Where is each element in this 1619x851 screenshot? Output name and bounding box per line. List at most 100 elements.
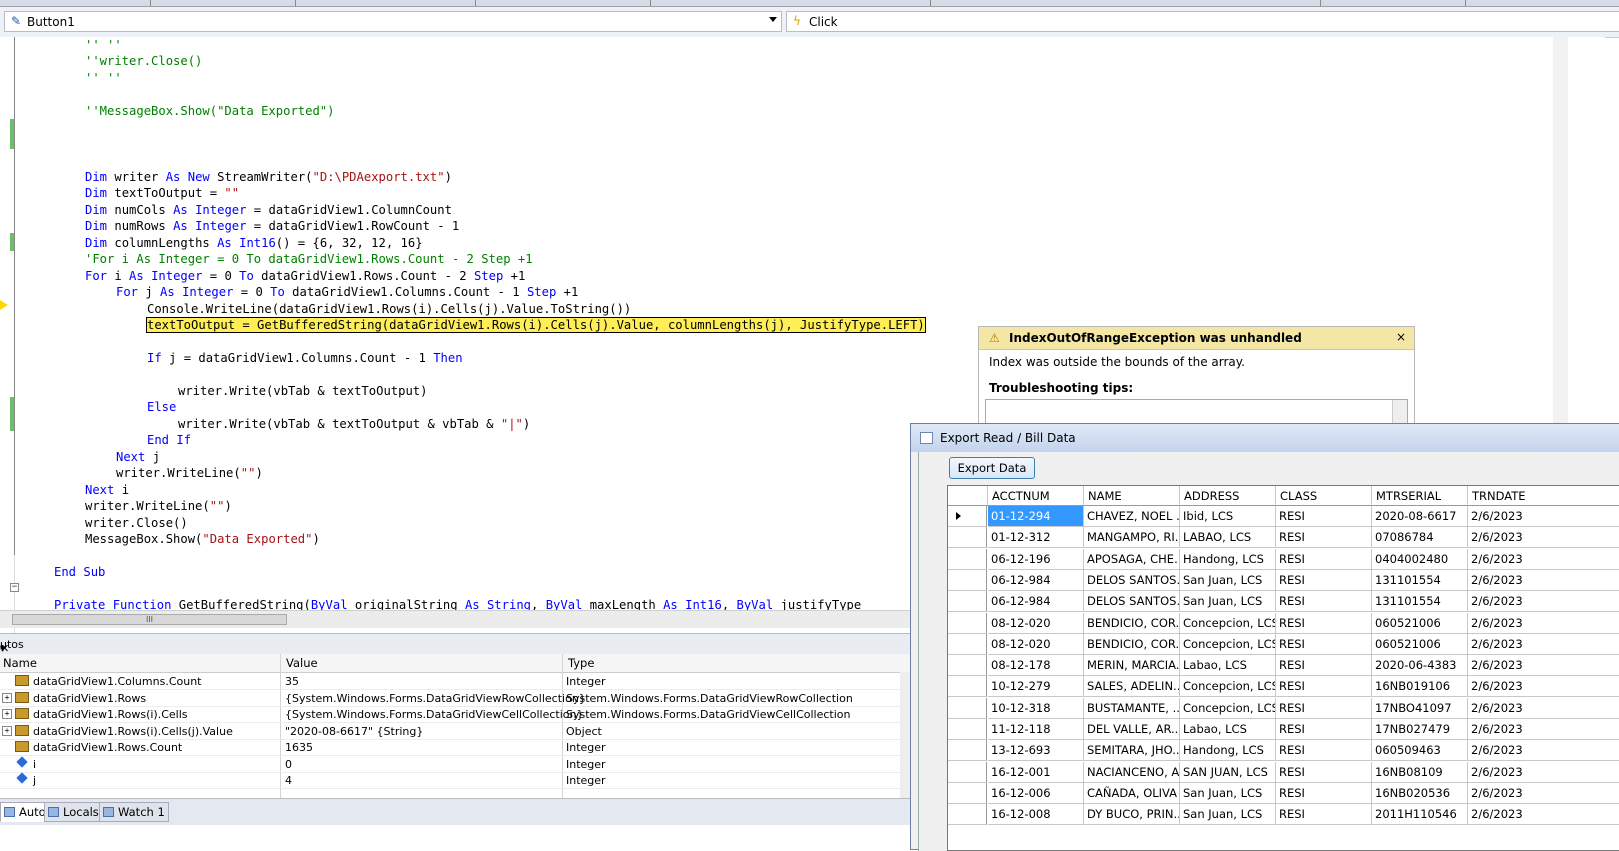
grid-row[interactable]: 01-12-312 MANGAMPO, RI... LABAO, LCS RESI 07… [948,527,1619,549]
grid-row[interactable]: 06-12-196 APOSAGA, CHE... Handong, LCS RESI… [948,548,1619,570]
grid-row-header[interactable] [948,761,987,783]
grid-cell[interactable]: 16NB020536 [1372,782,1468,804]
grid-cell[interactable]: 06-12-196 [988,548,1084,570]
code-line[interactable]: For i As Integer = 0 To dataGridView1.Ro… [85,268,525,285]
expand-icon[interactable]: + [2,725,12,736]
export-data-button[interactable]: Export Data [949,457,1035,479]
grid-row[interactable]: 16-12-006 CAÑADA, OLIVA B San Juan, LCS RES… [948,782,1619,804]
grid-cell[interactable]: Concepcion, LCS [1180,676,1276,698]
grid-cell[interactable]: 07086784 [1372,527,1468,549]
grid-column-header[interactable]: ACCTNUM [988,486,1084,506]
grid-cell[interactable]: 08-12-178 [988,655,1084,677]
grid-cell[interactable]: APOSAGA, CHE... [1084,548,1180,570]
grid-cell[interactable]: 2011H110546 [1372,804,1468,826]
grid-cell[interactable]: 16NB019106 [1372,676,1468,698]
grid-cell[interactable]: SEMITARA, JHO... [1084,740,1180,762]
grid-cell[interactable]: Handong, LCS [1180,740,1276,762]
autos-value-cell[interactable]: 35 [285,675,299,688]
grid-cell[interactable]: RESI [1276,804,1372,826]
row-header-corner[interactable] [948,486,988,506]
grid-cell[interactable]: DELOS SANTOS... [1084,569,1180,591]
form-title-bar[interactable]: Export Read / Bill Data [911,424,1619,452]
grid-column-header[interactable]: NAME [1084,486,1180,506]
grid-cell[interactable]: 08-12-020 [988,612,1084,634]
autos-value-cell[interactable]: 4 [285,774,292,787]
code-line[interactable]: For j As Integer = 0 To dataGridView1.Co… [116,284,578,301]
grid-cell[interactable]: MERIN, MARCIA... [1084,655,1180,677]
grid-cell[interactable]: 2/6/2023 [1468,676,1619,698]
code-line[interactable]: writer.Write(vbTab & textToOutput & vbTa… [178,416,530,433]
grid-row-header[interactable] [948,804,987,826]
grid-cell[interactable]: San Juan, LCS [1180,782,1276,804]
grid-cell[interactable]: 06-12-984 [988,569,1084,591]
grid-row[interactable]: 16-12-001 NACIANCENO, A... SAN JUAN, LCS RE… [948,761,1619,783]
grid-cell[interactable]: 2/6/2023 [1468,634,1619,655]
grid-cell[interactable]: RESI [1276,697,1372,719]
grid-cell[interactable]: RESI [1276,506,1372,527]
grid-cell[interactable]: CAÑADA, OLIVA B [1084,782,1180,804]
grid-column-header[interactable]: MTRSERIAL [1372,486,1468,506]
grid-cell[interactable]: 0404002480 [1372,548,1468,570]
grid-row-header[interactable] [948,655,987,677]
grid-cell[interactable]: 16NB08109 [1372,761,1468,783]
grid-row[interactable]: 11-12-118 DEL VALLE, AR... Labao, LCS RESI 1… [948,719,1619,740]
event-dropdown[interactable]: ϟ Click [786,11,1619,32]
document-tab-strip[interactable] [0,0,1619,7]
grid-cell[interactable]: 2/6/2023 [1468,549,1619,570]
grid-cell[interactable]: RESI [1276,782,1372,804]
current-statement-line[interactable]: textToOutput = GetBufferedString(dataGri… [146,316,926,334]
grid-row-header[interactable] [948,506,987,527]
grid-row[interactable]: 08-12-020 BENDICIO, COR... Concepcion, LCS… [948,633,1619,655]
grid-cell[interactable]: SAN JUAN, LCS [1180,761,1276,783]
scrollbar-thumb[interactable]: III [12,614,287,625]
object-dropdown[interactable]: ✎ Button1 [4,11,782,32]
grid-cell[interactable]: 2/6/2023 [1468,506,1619,527]
grid-cell[interactable]: 131101554 [1372,569,1468,591]
grid-row[interactable]: 10-12-279 SALES, ADELIN... Concepcion, LCS… [948,676,1619,698]
grid-cell[interactable]: Labao, LCS [1180,719,1276,740]
grid-cell[interactable]: 08-12-020 [988,633,1084,655]
grid-cell[interactable]: 060521006 [1372,612,1468,634]
grid-cell[interactable]: 06-12-984 [988,591,1084,613]
close-icon[interactable]: × [1396,330,1406,344]
grid-row-header[interactable] [948,591,987,613]
grid-row[interactable]: 10-12-318 BUSTAMANTE, ... Concepcion, LCS R… [948,697,1619,719]
grid-cell[interactable]: 17NBO41097 [1372,697,1468,719]
tab-watch-1[interactable]: Watch 1 [99,802,169,822]
autos-row[interactable]: + dataGridView1.Rows(i).Cells(j).Value "20… [0,723,900,740]
grid-cell[interactable]: 16-12-006 [988,782,1084,804]
code-line[interactable]: Dim writer As New StreamWriter("D:\PDAex… [85,169,452,186]
grid-row-header[interactable] [948,697,987,719]
grid-row-header[interactable] [948,719,987,740]
grid-row-header[interactable] [948,740,987,762]
grid-cell[interactable]: 2/6/2023 [1468,698,1619,719]
code-line[interactable]: If j = dataGridView1.Columns.Count - 1 T… [147,350,463,367]
grid-cell[interactable]: Concepcion, LCS [1180,697,1276,719]
grid-row-header[interactable] [948,569,987,591]
autos-row[interactable]: j 4 Integer [0,772,900,789]
grid-cell[interactable]: NACIANCENO, A... [1084,761,1180,783]
code-line[interactable]: writer.WriteLine("") [85,498,232,515]
grid-cell[interactable]: 2/6/2023 [1468,570,1619,591]
grid-row-header[interactable] [948,782,987,804]
grid-cell[interactable]: DELOS SANTOS... [1084,591,1180,613]
autos-value-cell[interactable]: 1635 [285,741,313,754]
grid-cell[interactable]: RESI [1276,633,1372,655]
code-line[interactable]: Else [147,399,176,416]
grid-cell[interactable]: RESI [1276,761,1372,783]
grid-cell[interactable]: 2/6/2023 [1468,762,1619,783]
code-line[interactable]: '' '' [85,37,122,54]
autos-value-cell[interactable]: "2020-08-6617" {String} [285,725,423,738]
code-line[interactable]: Console.WriteLine(dataGridView1.Rows(i).… [147,301,631,318]
grid-row[interactable]: 08-12-020 BENDICIO, COR... Concepcion, LCS… [948,612,1619,634]
grid-cell[interactable]: 10-12-279 [988,676,1084,698]
grid-cell[interactable]: 2/6/2023 [1468,719,1619,740]
column-header-name[interactable]: Name [3,656,37,670]
code-line[interactable]: '' '' [85,70,122,87]
grid-cell[interactable]: 01-12-312 [988,527,1084,549]
grid-cell[interactable]: San Juan, LCS [1180,591,1276,613]
column-header-value[interactable]: Value [286,656,318,670]
grid-cell[interactable]: RESI [1276,527,1372,549]
grid-row-header[interactable] [948,676,987,698]
grid-cell[interactable]: 11-12-118 [988,719,1084,740]
